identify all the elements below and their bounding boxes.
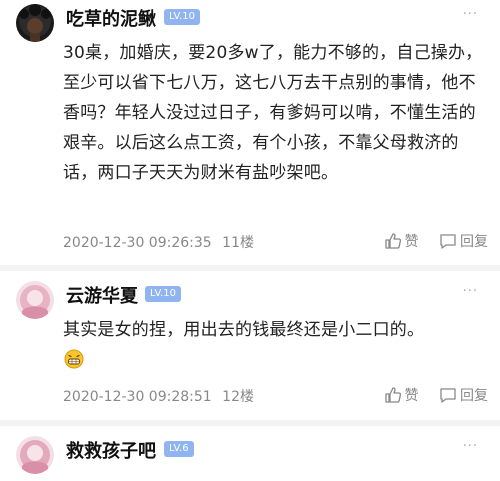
comment-meta: 2020-12-30 09:28:51 12楼 [63, 386, 254, 406]
comment-actions: 赞 回复 [368, 231, 488, 254]
like-button[interactable]: 赞 [384, 385, 419, 405]
comment-item: 云游华夏 LV.10 ··· 其实是女的捏，用出去的钱最终还是小二口的。 202… [0, 271, 500, 420]
afro-avatar-icon [16, 4, 54, 42]
level-badge: LV.10 [164, 9, 200, 25]
like-label: 赞 [404, 234, 419, 250]
floor-number: 11楼 [222, 235, 254, 251]
comment-text: 30桌，加婚庆，要20多w了，能力不够的，自己操办，至少可以省下七八万，这七八万… [63, 43, 483, 183]
girl-avatar-icon [16, 281, 54, 319]
timestamp: 2020-12-30 09:28:51 [63, 389, 212, 405]
level-badge: LV.10 [145, 286, 181, 302]
reply-bubble-icon [440, 234, 456, 249]
reply-label: 回复 [460, 388, 488, 404]
more-options-icon[interactable]: ··· [463, 7, 478, 22]
reply-button[interactable]: 回复 [439, 231, 488, 251]
more-options-icon[interactable]: ··· [463, 284, 478, 299]
comment-item: 吃草的泥鳅 LV.10 ··· 30桌，加婚庆，要20多w了，能力不够的，自己操… [0, 0, 500, 265]
reply-button[interactable]: 回复 [439, 385, 488, 405]
level-badge: LV.6 [164, 441, 194, 457]
girl-avatar-icon [16, 436, 54, 474]
comment-meta: 2020-12-30 09:26:35 11楼 [63, 232, 254, 252]
avatar[interactable] [16, 436, 54, 474]
like-label: 赞 [404, 388, 419, 404]
username[interactable]: 云游华夏 [66, 282, 138, 308]
avatar[interactable] [16, 4, 54, 42]
floor-number: 12楼 [222, 389, 254, 405]
thumbs-up-icon [384, 387, 401, 403]
like-button[interactable]: 赞 [384, 231, 419, 251]
reply-bubble-icon [440, 388, 456, 403]
comment-text: 其实是女的捏，用出去的钱最终还是小二口的。 [63, 320, 425, 340]
username[interactable]: 吃草的泥鳅 [66, 5, 156, 31]
comment-actions: 赞 回复 [368, 385, 488, 408]
reply-label: 回复 [460, 234, 488, 250]
more-options-icon[interactable]: ··· [463, 439, 478, 454]
timestamp: 2020-12-30 09:26:35 [63, 235, 212, 251]
thumbs-up-icon [384, 233, 401, 249]
grin-emoji-icon [64, 349, 84, 369]
username[interactable]: 救救孩子吧 [66, 437, 156, 463]
comment-item: 救救孩子吧 LV.6 ··· [0, 426, 500, 481]
avatar[interactable] [16, 281, 54, 319]
